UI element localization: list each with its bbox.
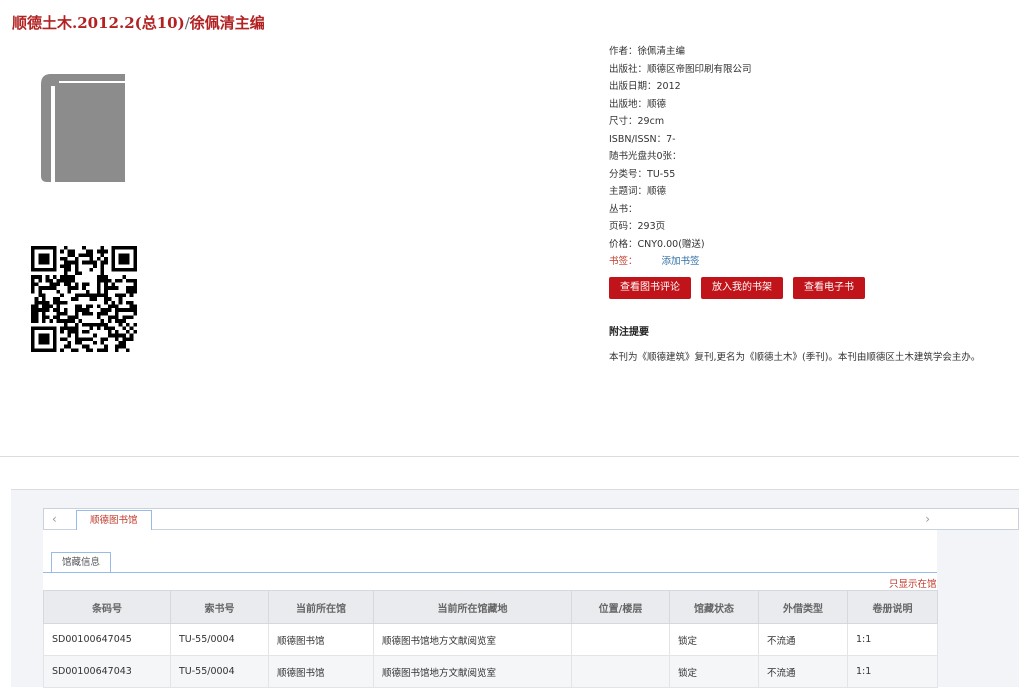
bookmark-line: 书签： 添加书签 (609, 253, 1009, 271)
column-header: 外借类型 (758, 590, 848, 624)
tab-collection-info[interactable]: 馆藏信息 (51, 552, 112, 572)
table-cell: 锁定 (669, 623, 759, 656)
table-cell: 1:1 (847, 655, 938, 688)
page-title: 顺德土木.2012.2(总10)/徐佩清主编 (12, 12, 265, 33)
meta-label: 出版日期： (609, 81, 657, 92)
view-reviews-button[interactable]: 查看图书评论 (609, 277, 691, 299)
meta-line: 出版日期：2012 (609, 78, 1009, 96)
table-cell (571, 623, 670, 656)
meta-line: 分类号：TU-55 (609, 166, 1009, 184)
column-header: 条码号 (43, 590, 171, 624)
table-cell: TU-55/0004 (170, 655, 269, 688)
meta-value: 徐佩清主编 (637, 46, 686, 57)
notes-text: 本刊为《顺德建筑》复刊,更名为《顺德土木》(季刊)。本刊由顺德区土木建筑学会主办… (609, 352, 981, 363)
table-cell: SD00100647043 (43, 655, 171, 688)
meta-value: 293页 (637, 221, 666, 232)
meta-value: 顺德 (647, 98, 667, 110)
meta-line: 价格：CNY0.00(赠送) (609, 236, 1009, 254)
subtab-underline (43, 572, 937, 573)
meta-line: 随书光盘共0张： (609, 148, 1009, 166)
book-cover-icon (41, 74, 125, 182)
table-cell: SD00100647045 (43, 623, 171, 656)
meta-value: 29cm (637, 116, 665, 127)
meta-value: TU-55 (647, 168, 676, 180)
tab-scroll-right-icon[interactable]: › (925, 512, 930, 526)
table-cell (571, 655, 670, 688)
table-row: SD00100647043 TU-55/0004 顺德图书馆 顺德图书馆地方文献阅览室… (43, 655, 938, 688)
meta-value: 顺德 (647, 186, 667, 197)
meta-line: 尺寸：29cm (609, 113, 1009, 131)
column-header: 索书号 (170, 590, 269, 624)
meta-line: 出版社：顺德区帝图印刷有限公司 (609, 61, 1009, 79)
meta-label: ISBN/ISSN： (609, 133, 667, 145)
view-ebook-button[interactable]: 查看电子书 (793, 277, 865, 299)
notes-heading: 附注提要 (609, 327, 649, 338)
meta-label: 分类号： (609, 168, 648, 180)
meta-line: 作者：徐佩清主编 (609, 43, 1009, 61)
meta-label: 随书光盘共0张： (609, 151, 682, 162)
action-buttons: 查看图书评论 放入我的书架 查看电子书 (609, 277, 865, 299)
bookmark-label: 书签： (609, 256, 638, 267)
column-header: 卷册说明 (847, 590, 938, 624)
meta-line: 丛书： (609, 201, 1009, 219)
meta-value: 2012 (656, 81, 681, 92)
meta-line: 主题词：顺德 (609, 183, 1009, 201)
meta-label: 出版地： (609, 98, 648, 110)
title-author: 徐佩清主编 (189, 14, 265, 32)
table-cell: 1:1 (847, 623, 938, 656)
table-cell: TU-55/0004 (170, 623, 269, 656)
table-cell: 不流通 (758, 655, 848, 688)
table-cell: 顺德图书馆地方文献阅览室 (373, 655, 572, 688)
column-header: 馆藏状态 (669, 590, 759, 624)
meta-line: 页码：293页 (609, 218, 1009, 236)
meta-label: 丛书： (609, 203, 638, 215)
add-bookmark-link[interactable]: 添加书签 (662, 256, 700, 267)
only-available-link[interactable]: 只显示在馆 (889, 576, 937, 590)
add-to-shelf-button[interactable]: 放入我的书架 (701, 277, 783, 299)
table-cell: 顺德图书馆地方文献阅览室 (373, 623, 572, 656)
tab-scroll-left-icon[interactable]: ‹ (52, 512, 57, 526)
column-header: 位置/楼层 (571, 590, 670, 624)
qr-code (31, 246, 137, 352)
meta-label: 主题词： (609, 186, 648, 197)
book-metadata: 作者：徐佩清主编 出版社：顺德区帝图印刷有限公司 出版日期：2012 出版地：顺德 尺寸… (609, 43, 1009, 271)
table-row: SD00100647045 TU-55/0004 顺德图书馆 顺德图书馆地方文献阅览室… (43, 623, 938, 656)
column-header: 当前所在馆 (268, 590, 374, 624)
meta-value: CNY0.00(赠送) (637, 238, 705, 250)
meta-label: 尺寸： (609, 116, 638, 127)
section-divider (0, 456, 1019, 457)
title-main: 顺德土木.2012.2(总10) (12, 14, 185, 32)
meta-label: 作者： (609, 46, 638, 57)
table-cell: 顺德图书馆 (268, 623, 374, 656)
meta-label: 出版社： (609, 63, 648, 75)
table-header-row: 条码号 索书号 当前所在馆 当前所在馆藏地 位置/楼层 馆藏状态 外借类型 卷册说明 (43, 590, 938, 624)
meta-line: 出版地：顺德 (609, 96, 1009, 114)
meta-label: 页码： (609, 221, 638, 232)
holdings-table: 条码号 索书号 当前所在馆 当前所在馆藏地 位置/楼层 馆藏状态 外借类型 卷册说明 SD00… (43, 590, 938, 688)
table-cell: 锁定 (669, 655, 759, 688)
column-header: 当前所在馆藏地 (373, 590, 572, 624)
meta-line: ISBN/ISSN：7- (609, 131, 1009, 149)
library-tab-bar: ‹ › (43, 508, 1019, 530)
table-cell: 不流通 (758, 623, 848, 656)
meta-label: 价格： (609, 238, 638, 250)
table-cell: 顺德图书馆 (268, 655, 374, 688)
tab-library[interactable]: 顺德图书馆 (76, 510, 152, 530)
meta-value: 7- (666, 133, 676, 145)
meta-value: 顺德区帝图印刷有限公司 (647, 63, 752, 75)
